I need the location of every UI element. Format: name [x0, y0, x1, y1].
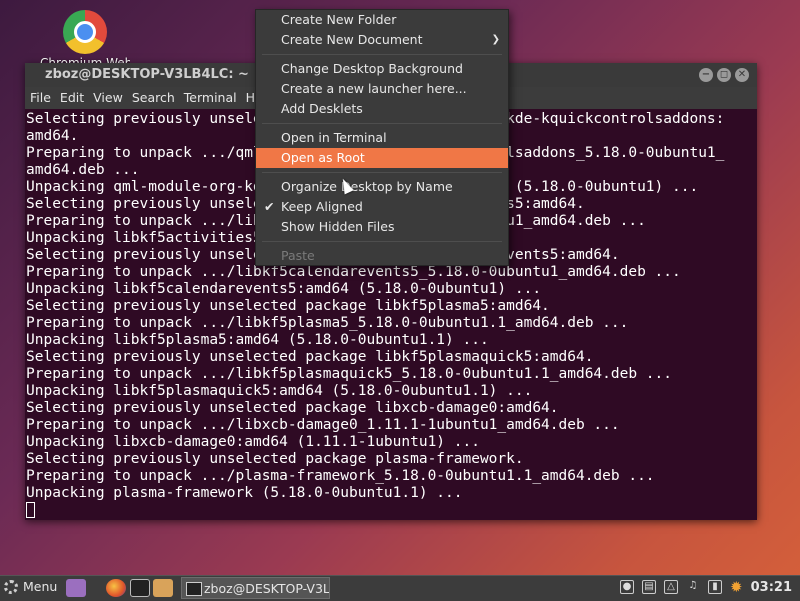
terminal-line: Unpacking libkf5plasmaquick5:amd64 (5.18… [26, 383, 533, 399]
update-manager-icon[interactable]: ▤ [642, 580, 657, 594]
user-icon[interactable]: ● [620, 580, 635, 594]
redshift-sun-icon[interactable]: ✹ [730, 579, 743, 595]
menu-item-open-in-terminal[interactable]: Open in Terminal [256, 128, 508, 148]
menu-item-label: Create a new launcher here... [281, 81, 467, 96]
menu-item-paste: Paste [256, 246, 508, 266]
clock[interactable]: 03:21 [751, 580, 792, 595]
mint-menu-icon [4, 579, 18, 594]
terminal-title: zboz@DESKTOP-V3LB4LC: ~ [45, 67, 249, 82]
menu-separator [262, 172, 502, 173]
menu-item-label: Paste [281, 248, 315, 263]
menu-separator [262, 241, 502, 242]
menu-item-label: Add Desklets [281, 101, 363, 116]
chromium-desktop-icon[interactable]: Chromium Web... [40, 10, 130, 70]
terminal-line: Unpacking libxcb-damage0:amd64 (1.11.1-1… [26, 434, 480, 450]
files-launcher-icon[interactable] [153, 579, 173, 597]
menu-item-organize-desktop-by-name[interactable]: Organize Desktop by Name [256, 177, 508, 197]
menu-file[interactable]: File [30, 87, 55, 109]
terminal-launcher-icon[interactable] [130, 579, 150, 597]
terminal-line: Unpacking libkf5plasma5:amd64 (5.18.0-0u… [26, 332, 489, 348]
desktop-context-menu: Create New Folder Create New Document ❯ Cha… [255, 9, 509, 266]
terminal-line: Selecting previously unselected package … [26, 298, 550, 314]
menu-item-label: Show Hidden Files [281, 219, 395, 234]
terminal-prompt-line [26, 502, 757, 519]
menu-item-open-as-root[interactable]: Open as Root [256, 148, 508, 168]
network-icon[interactable]: △ [664, 580, 679, 594]
firefox-launcher-icon[interactable] [106, 579, 126, 597]
terminal-line: Preparing to unpack .../libxcb-damage0_1… [26, 417, 620, 433]
system-tray: ● ▤ △ ♫ ▮ ✹ 03:21 [620, 579, 792, 595]
taskbar-terminal-task[interactable]: zboz@DESKTOP-V3L... [181, 577, 330, 599]
terminal-line: Unpacking libkf5calendarevents5:amd64 (5… [26, 281, 542, 297]
volume-icon[interactable]: ♫ [686, 580, 700, 594]
terminal-cursor [26, 502, 35, 518]
menu-label: Menu [23, 579, 58, 594]
menu-view[interactable]: View [93, 87, 127, 109]
minimize-button[interactable]: − [699, 68, 713, 82]
terminal-line: Selecting previously unselected package … [26, 349, 594, 365]
menu-search[interactable]: Search [132, 87, 179, 109]
show-desktop-icon[interactable] [66, 579, 86, 597]
menu-item-label: Change Desktop Background [281, 61, 463, 76]
checkmark-icon: ✔ [264, 199, 275, 214]
menu-item-label: Organize Desktop by Name [281, 179, 453, 194]
menu-item-label: Create New Document [281, 32, 423, 47]
menu-edit[interactable]: Edit [60, 87, 88, 109]
submenu-arrow-icon: ❯ [491, 34, 500, 45]
menu-item-change-desktop-background[interactable]: Change Desktop Background [256, 59, 508, 79]
menu-item-label: Open in Terminal [281, 130, 387, 145]
terminal-line: Preparing to unpack .../libkf5calendarev… [26, 264, 681, 280]
terminal-line: Preparing to unpack .../libkf5plasma5_5.… [26, 315, 629, 331]
chromium-icon [63, 10, 107, 54]
terminal-line: Selecting previously unselected package … [26, 451, 524, 467]
terminal-line: Unpacking plasma-framework (5.18.0-0ubun… [26, 485, 463, 501]
terminal-line: Preparing to unpack .../libkf5plasmaquic… [26, 366, 673, 382]
menu-terminal[interactable]: Terminal [184, 87, 241, 109]
task-label: zboz@DESKTOP-V3L... [204, 581, 330, 596]
terminal-line: Preparing to unpack .../plasma-framework… [26, 468, 655, 484]
menu-separator [262, 123, 502, 124]
menu-item-label: Create New Folder [281, 12, 397, 27]
terminal-line: Selecting previously unselected package … [26, 400, 559, 416]
menu-item-label: Open as Root [281, 150, 365, 165]
menu-item-create-a-new-launcher-here[interactable]: Create a new launcher here... [256, 79, 508, 99]
terminal-task-icon [186, 582, 202, 596]
maximize-button[interactable]: ◻ [717, 68, 731, 82]
menu-item-show-hidden-files[interactable]: Show Hidden Files [256, 217, 508, 237]
menu-separator [262, 54, 502, 55]
taskbar: Menu zboz@DESKTOP-V3L... ● ▤ △ ♫ ▮ ✹ 03:… [0, 575, 800, 601]
menu-item-keep-aligned[interactable]: ✔ Keep Aligned [256, 197, 508, 217]
menu-item-create-new-folder[interactable]: Create New Folder [256, 10, 508, 30]
menu-item-label: Keep Aligned [281, 199, 363, 214]
close-button[interactable]: ✕ [735, 68, 749, 82]
menu-item-add-desklets[interactable]: Add Desklets [256, 99, 508, 119]
menu-item-create-new-document[interactable]: Create New Document ❯ [256, 30, 508, 50]
battery-icon[interactable]: ▮ [708, 580, 723, 594]
start-menu-button[interactable]: Menu [4, 579, 57, 594]
